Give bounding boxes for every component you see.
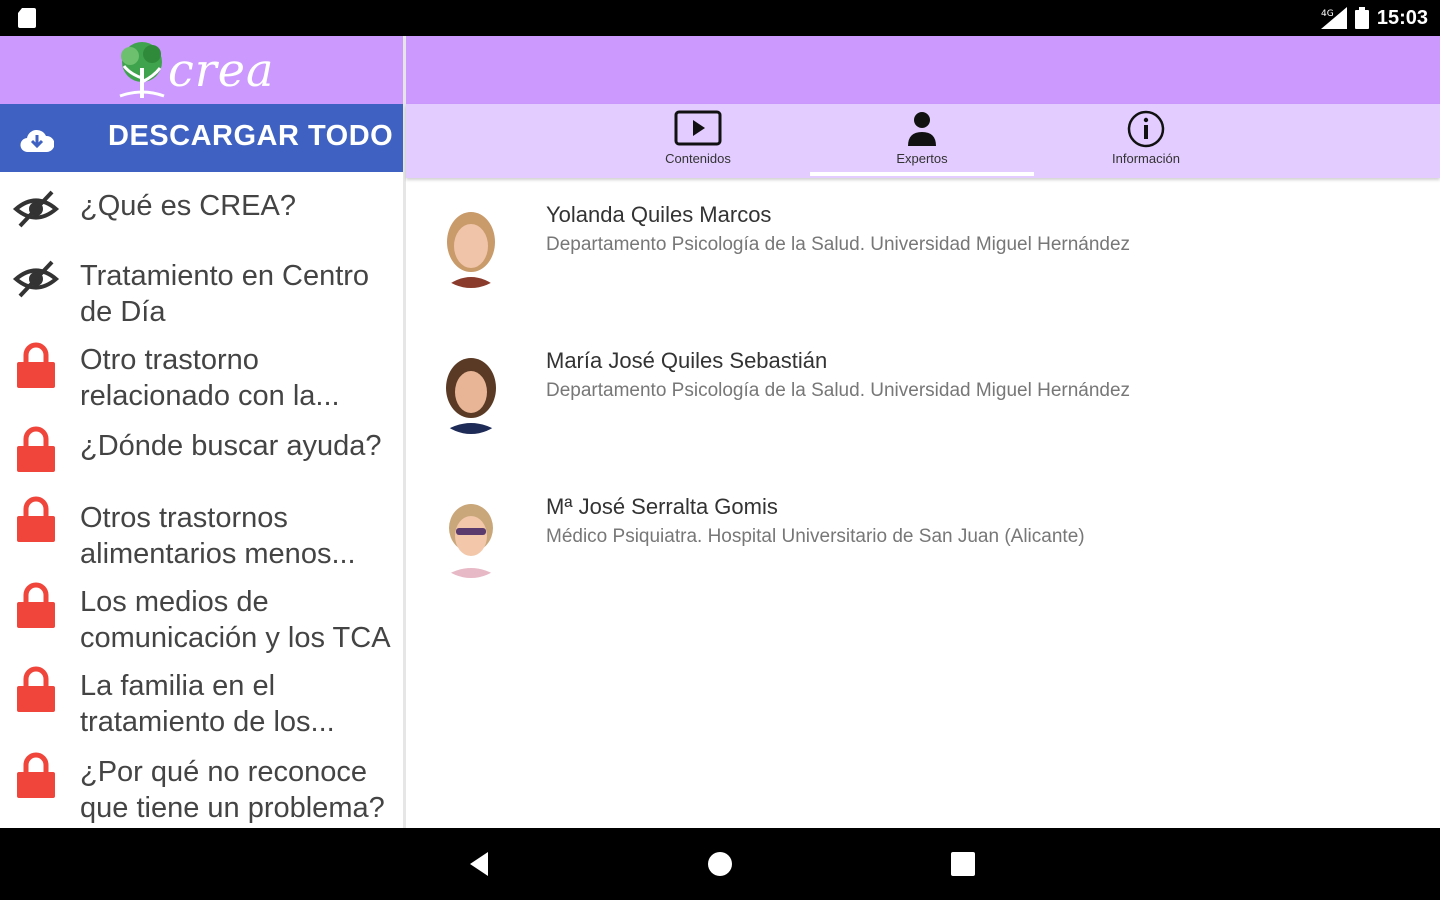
expert-department: Departamento Psicología de la Salud. Uni…: [546, 234, 1131, 255]
play-icon: [674, 110, 722, 146]
sidebar-item-por-que-no-reconoce[interactable]: ¿Por qué no reconoce que tiene un proble…: [0, 752, 403, 828]
expert-department: Médico Psiquiatra. Hospital Universitari…: [546, 526, 1085, 547]
sidebar-item-label: Otros trastornos alimentarios menos...: [80, 502, 356, 570]
expert-item[interactable]: Mª José Serralta Gomis Médico Psiquiatra…: [406, 492, 1440, 622]
sidebar-item-label: Tratamiento en Centro de Día: [80, 260, 370, 328]
tab-label: Información: [1112, 151, 1180, 166]
lock-icon: [17, 666, 55, 712]
status-bar: 4G 15:03: [0, 0, 1440, 36]
tab-contenidos[interactable]: Contenidos: [586, 104, 810, 178]
expert-name: Mª José Serralta Gomis: [546, 494, 778, 519]
recents-icon[interactable]: [945, 846, 981, 882]
tab-informacion[interactable]: Información: [1034, 104, 1258, 178]
lock-icon: [17, 342, 55, 388]
system-nav-bar: [0, 828, 1440, 900]
person-icon: [908, 112, 936, 146]
expert-name: Yolanda Quiles Marcos: [546, 202, 772, 227]
lock-icon: [17, 496, 55, 542]
tab-bar: Contenidos Expertos Información: [406, 104, 1440, 178]
expert-item[interactable]: María José Quiles Sebastián Departamento…: [406, 346, 1440, 476]
eye-off-icon: [12, 190, 60, 228]
sidebar-item-label: La familia en el tratamiento de los...: [80, 670, 335, 738]
tab-label: Contenidos: [665, 151, 731, 166]
battery-icon: [1354, 7, 1369, 29]
sidebar-item-tratamiento-centro-dia[interactable]: Tratamiento en Centro de Día: [0, 256, 403, 332]
tab-label: Expertos: [896, 151, 948, 166]
sidebar: DESCARGAR TODO ¿Qué es CREA? Tratamiento…: [0, 104, 403, 828]
sidebar-item-label: Los medios de comunicación y los TCA: [80, 586, 391, 654]
sidebar-item-label: ¿Dónde buscar ayuda?: [80, 430, 382, 462]
lock-icon: [17, 752, 55, 798]
sidebar-item-otros-trastornos[interactable]: Otros trastornos alimentarios menos...: [0, 496, 403, 572]
tab-expertos[interactable]: Expertos: [810, 104, 1034, 178]
expert-avatar: [430, 352, 512, 434]
clock: 15:03: [1376, 6, 1428, 29]
sidebar-item-medios-comunicacion[interactable]: Los medios de comunicación y los TCA: [0, 582, 403, 658]
logo-text: crea: [168, 43, 275, 97]
sidebar-item-label: ¿Qué es CREA?: [80, 190, 296, 222]
expert-avatar: [430, 496, 512, 578]
sidebar-item-label: ¿Por qué no reconoce que tiene un proble…: [80, 756, 385, 824]
lock-icon: [17, 426, 55, 472]
back-icon[interactable]: [462, 846, 498, 882]
expert-name: María José Quiles Sebastián: [546, 348, 828, 373]
sidebar-item-familia-tratamiento[interactable]: La familia en el tratamiento de los...: [0, 666, 403, 742]
sidebar-item-otro-trastorno[interactable]: Otro trastorno relacionado con la...: [0, 342, 403, 418]
tree-logo-icon: [119, 42, 165, 98]
selected-tab-indicator: [810, 172, 1034, 176]
sidebar-item-que-es-crea[interactable]: ¿Qué es CREA?: [0, 186, 403, 246]
eye-off-icon: [12, 260, 60, 298]
info-icon: [1127, 110, 1165, 148]
expert-department: Departamento Psicología de la Salud. Uni…: [546, 380, 1131, 401]
expert-avatar: [430, 206, 512, 288]
download-all-label: DESCARGAR TODO: [108, 120, 394, 152]
lock-icon: [17, 582, 55, 628]
expert-item[interactable]: Yolanda Quiles Marcos Departamento Psico…: [406, 200, 1440, 330]
sd-card-icon: [18, 8, 36, 28]
home-icon[interactable]: [702, 846, 738, 882]
signal-icon: 4G: [1320, 7, 1347, 29]
svg-text:4G: 4G: [1321, 9, 1334, 19]
download-all-button[interactable]: DESCARGAR TODO: [0, 104, 403, 172]
cloud-download-icon: [20, 129, 54, 153]
portrait-icon: [430, 496, 512, 578]
portrait-icon: [430, 206, 512, 288]
sidebar-item-donde-buscar-ayuda[interactable]: ¿Dónde buscar ayuda?: [0, 426, 403, 486]
sidebar-item-label: Otro trastorno relacionado con la...: [80, 344, 340, 412]
portrait-icon: [430, 352, 512, 434]
app-logo: crea: [110, 36, 300, 104]
